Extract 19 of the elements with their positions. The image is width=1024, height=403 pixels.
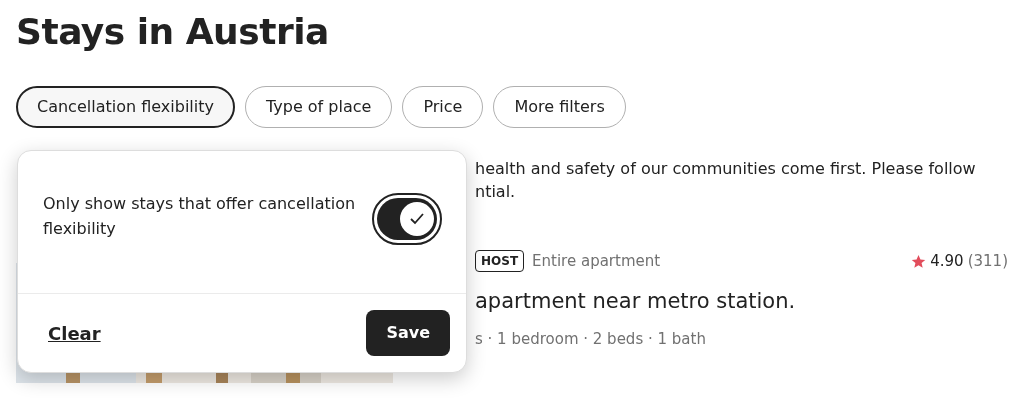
page-title: Stays in Austria	[16, 10, 330, 54]
listing-type: Entire apartment	[532, 251, 661, 272]
toggle-switch[interactable]	[372, 193, 442, 245]
listing-title: apartment near metro station.	[475, 287, 797, 315]
review-count: (311)	[967, 251, 1008, 272]
check-icon	[410, 213, 424, 225]
notice-text: health and safety of our communities come first. Please follow	[475, 158, 977, 180]
option-label: Only show stays that offer cancellation flexibility	[43, 193, 357, 240]
filter-chip[interactable]: Type of place	[245, 86, 393, 128]
filter-chip[interactable]: More filters	[493, 86, 626, 128]
clear-link[interactable]: Clear	[48, 319, 101, 347]
listing-details: s · 1 bedroom · 2 beds · 1 bath	[475, 328, 707, 350]
star-icon	[911, 253, 927, 269]
host-badge: HOST	[475, 250, 525, 273]
save-button[interactable]: Save	[366, 310, 450, 356]
rating-value: 4.90	[930, 251, 964, 272]
filter-chip[interactable]: Cancellation flexibility	[16, 86, 235, 128]
filter-chip[interactable]: Price	[402, 86, 484, 128]
notice-text: ntial.	[475, 181, 517, 203]
